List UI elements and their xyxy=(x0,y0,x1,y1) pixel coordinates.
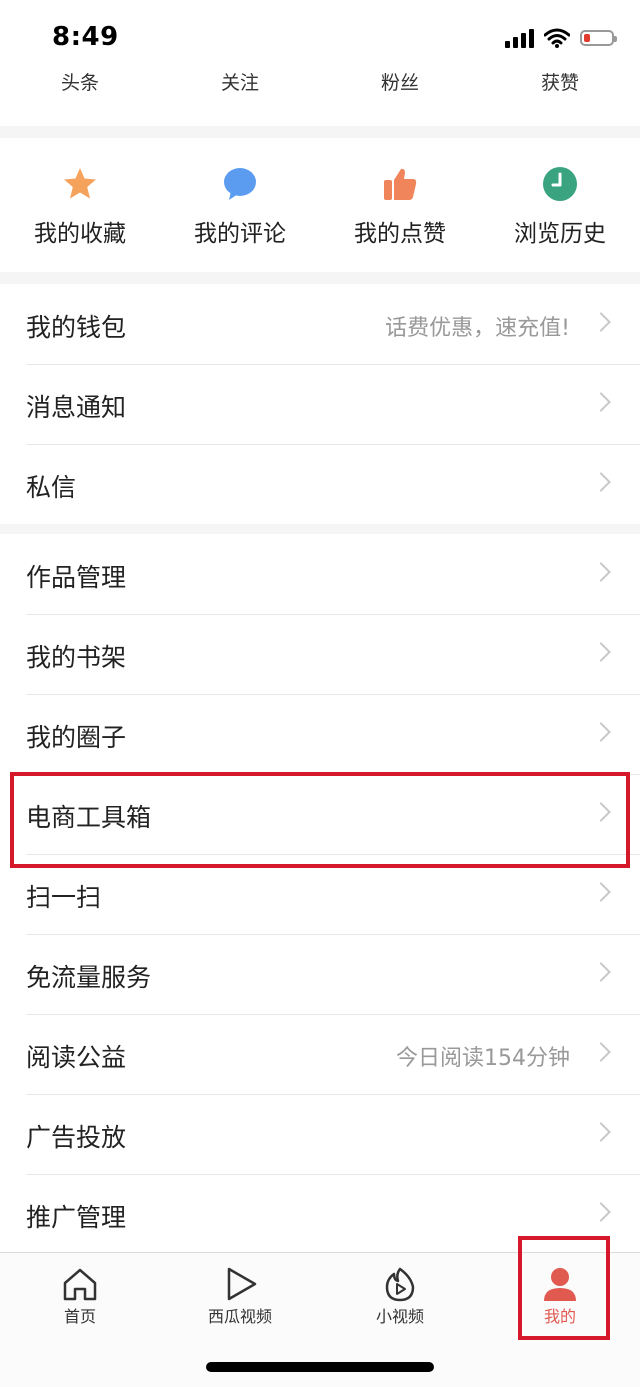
tab-me[interactable]: 我的 xyxy=(480,1253,640,1343)
menu-item-circles[interactable]: 我的圈子 xyxy=(0,694,640,774)
thumbs-up-icon xyxy=(384,168,417,200)
status-icons xyxy=(505,28,617,48)
battery-icon xyxy=(580,30,617,46)
menu-item-label: 消息通知 xyxy=(26,393,127,422)
menu-item-messages[interactable]: 私信 xyxy=(0,444,640,524)
menu-item-label: 免流量服务 xyxy=(26,963,152,992)
stat-followers[interactable]: 粉丝 xyxy=(320,68,480,95)
menu-item-label: 我的圈子 xyxy=(26,723,127,752)
menu-item-free-data[interactable]: 免流量服务 xyxy=(0,934,640,1014)
tab-xigua-video[interactable]: 西瓜视频 xyxy=(160,1253,320,1343)
tab-xigua-video-label: 西瓜视频 xyxy=(207,1307,272,1326)
menu-item-ecommerce-toolbox[interactable]: 电商工具箱 xyxy=(0,774,640,854)
status-time: 8:49 xyxy=(52,22,119,52)
menu-item-label: 私信 xyxy=(26,473,77,502)
tab-short-video[interactable]: 小视频 xyxy=(320,1253,480,1343)
menu-item-notifications[interactable]: 消息通知 xyxy=(0,364,640,444)
menu-group-2: 作品管理 我的书架 我的圈子 电商工具箱 扫一扫 免流量服务 阅读公益 今日阅读… xyxy=(0,534,640,1254)
menu-item-label: 扫一扫 xyxy=(26,883,102,912)
tab-home[interactable]: 首页 xyxy=(0,1253,160,1343)
user-icon xyxy=(544,1268,576,1301)
menu-item-hint: 话费优惠，速充值! xyxy=(385,316,570,341)
header: 8:49 头条 关注 粉丝 获赞 xyxy=(0,0,640,126)
stat-toutiao[interactable]: 头条 xyxy=(0,68,160,95)
menu-item-label: 阅读公益 xyxy=(26,1043,127,1072)
menu-item-label: 我的钱包 xyxy=(26,313,127,342)
quick-history[interactable]: 浏览历史 xyxy=(480,138,640,272)
play-icon xyxy=(227,1267,257,1301)
home-icon xyxy=(63,1268,97,1301)
quick-likes-label: 我的点赞 xyxy=(354,221,446,247)
menu-item-label: 推广管理 xyxy=(26,1203,127,1232)
wifi-icon xyxy=(544,28,570,48)
profile-stats: 头条 关注 粉丝 获赞 xyxy=(0,68,640,95)
menu-item-bookshelf[interactable]: 我的书架 xyxy=(0,614,640,694)
quick-history-label: 浏览历史 xyxy=(514,221,606,247)
chevron-right-icon xyxy=(591,642,611,662)
menu-item-scan[interactable]: 扫一扫 xyxy=(0,854,640,934)
chevron-right-icon xyxy=(591,392,611,412)
clock-icon xyxy=(543,167,577,201)
comment-icon xyxy=(224,168,256,200)
tab-short-video-label: 小视频 xyxy=(375,1307,424,1326)
quick-favorites[interactable]: 我的收藏 xyxy=(0,138,160,272)
menu-item-works[interactable]: 作品管理 xyxy=(0,534,640,614)
menu-item-promotion[interactable]: 推广管理 xyxy=(0,1174,640,1254)
chevron-right-icon xyxy=(591,1202,611,1222)
stat-following[interactable]: 关注 xyxy=(160,68,320,95)
menu-item-reading-charity[interactable]: 阅读公益 今日阅读154分钟 xyxy=(0,1014,640,1094)
chevron-right-icon xyxy=(591,722,611,742)
chevron-right-icon xyxy=(591,802,611,822)
menu-item-wallet[interactable]: 我的钱包 话费优惠，速充值! xyxy=(0,284,640,364)
chevron-right-icon xyxy=(591,562,611,582)
home-indicator xyxy=(206,1362,434,1372)
quick-comments-label: 我的评论 xyxy=(194,221,286,247)
flame-play-icon xyxy=(385,1267,415,1302)
menu-item-ad-placement[interactable]: 广告投放 xyxy=(0,1094,640,1174)
quick-actions: 我的收藏 我的评论 我的点赞 浏览历史 xyxy=(0,138,640,272)
signal-icon xyxy=(505,28,534,48)
chevron-right-icon xyxy=(591,1042,611,1062)
chevron-right-icon xyxy=(591,962,611,982)
chevron-right-icon xyxy=(591,312,611,332)
quick-favorites-label: 我的收藏 xyxy=(34,221,126,247)
menu-item-label: 作品管理 xyxy=(26,563,127,592)
quick-likes[interactable]: 我的点赞 xyxy=(320,138,480,272)
quick-comments[interactable]: 我的评论 xyxy=(160,138,320,272)
tab-me-label: 我的 xyxy=(543,1307,576,1326)
chevron-right-icon xyxy=(591,1122,611,1142)
tab-home-label: 首页 xyxy=(63,1307,96,1326)
chevron-right-icon xyxy=(591,882,611,902)
star-icon xyxy=(64,168,96,199)
menu-group-1: 我的钱包 话费优惠，速充值! 消息通知 私信 xyxy=(0,284,640,524)
menu-item-hint: 今日阅读154分钟 xyxy=(396,1046,570,1071)
stat-likes-received[interactable]: 获赞 xyxy=(480,68,640,95)
menu-item-label: 我的书架 xyxy=(26,643,127,672)
menu-item-label: 电商工具箱 xyxy=(26,803,152,832)
menu-item-label: 广告投放 xyxy=(26,1123,127,1152)
chevron-right-icon xyxy=(591,472,611,492)
